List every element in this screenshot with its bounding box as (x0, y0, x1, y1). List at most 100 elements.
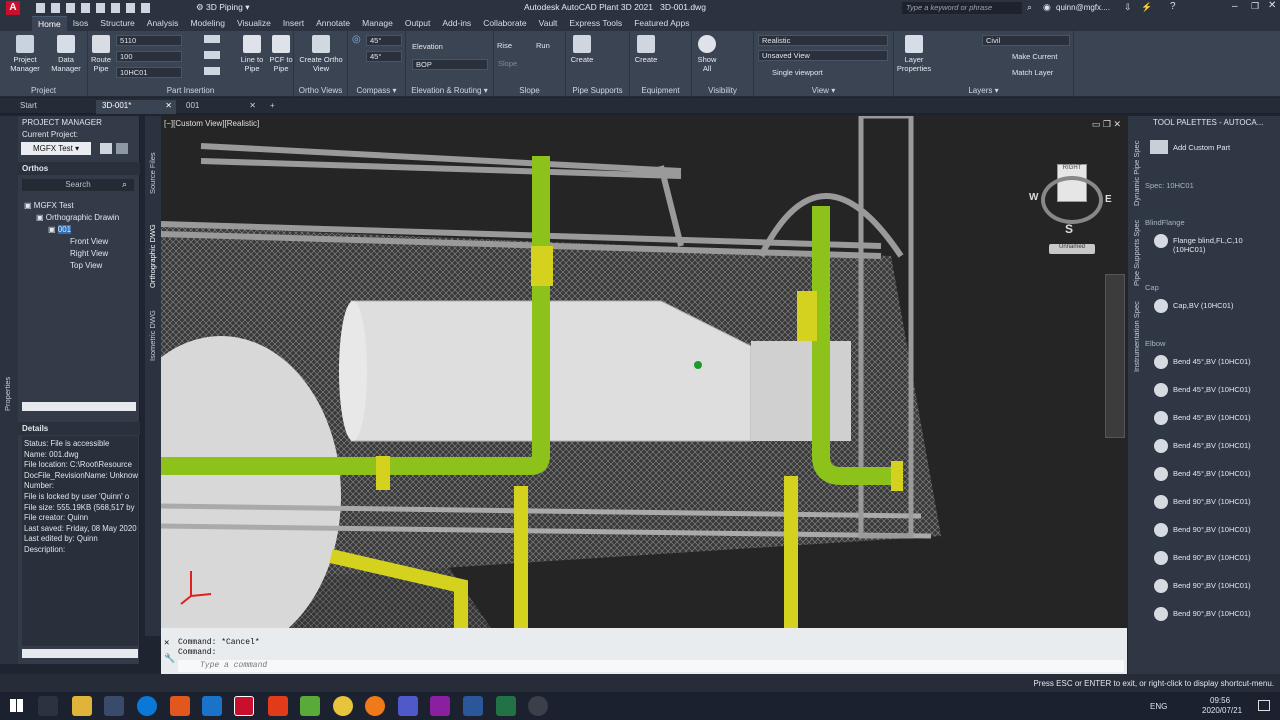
bop-combo[interactable]: BOP (412, 59, 488, 70)
ribbon-tab-featured-apps[interactable]: Featured Apps (628, 16, 695, 31)
tab-dynamic-pipe-spec[interactable]: Dynamic Pipe Spec (1132, 141, 1141, 206)
search-field[interactable]: Search (22, 179, 134, 191)
tab-3d-001[interactable]: 3D-001* ✕ (96, 100, 176, 114)
add-custom-part[interactable]: Add Custom Part (1173, 143, 1230, 152)
data-manager-button[interactable]: Data Manager (48, 35, 84, 73)
settings-icon[interactable] (116, 143, 128, 154)
part-tools-icon[interactable] (204, 35, 220, 81)
redo-icon[interactable] (141, 3, 150, 13)
panel-title-compass[interactable]: Compass ▾ (348, 86, 405, 95)
navigation-bar[interactable] (1105, 274, 1125, 438)
palette-item[interactable]: Bend 90°,BV (10HC01) (1173, 553, 1273, 562)
print-icon[interactable] (111, 3, 120, 13)
details-header[interactable]: Details (18, 422, 140, 435)
teams-icon[interactable] (398, 696, 418, 716)
make-current-button[interactable]: Make Current (1012, 52, 1057, 61)
firefox-icon[interactable] (365, 696, 385, 716)
pcf-to-pipe-button[interactable]: PCF to Pipe (268, 35, 294, 73)
ribbon-tab-analysis[interactable]: Analysis (141, 16, 185, 31)
close-icon[interactable]: ✕ (1268, 0, 1276, 11)
search-icon[interactable]: ⌕ (1027, 2, 1032, 13)
tree-item-top-view[interactable]: Top View (24, 260, 138, 272)
palette-item[interactable]: Bend 90°,BV (10HC01) (1173, 497, 1273, 506)
explorer-icon[interactable] (72, 696, 92, 716)
app-green-icon[interactable] (300, 696, 320, 716)
minimize-icon[interactable]: – (1232, 1, 1238, 12)
layer-combo[interactable]: Civil (982, 35, 1070, 46)
project-manager-button[interactable]: Project Manager (8, 35, 42, 73)
tree-item-front-view[interactable]: Front View (24, 236, 138, 248)
ribbon-tab-modeling[interactable]: Modeling (184, 16, 231, 31)
palette-item[interactable]: Bend 45°,BV (10HC01) (1173, 413, 1273, 422)
isometric-dwg-tab[interactable]: Isometric DWG (148, 310, 157, 361)
tab-pipe-supports-spec[interactable]: Pipe Supports Spec (1132, 220, 1141, 286)
tree-item-project[interactable]: ▣ MGFX Test (24, 200, 138, 212)
workspace-selector[interactable]: ⚙ 3D Piping ▾ (196, 1, 314, 14)
ribbon-tab-vault[interactable]: Vault (533, 16, 564, 31)
tree-scrollbar[interactable] (22, 402, 136, 411)
ribbon-tab-manage[interactable]: Manage (356, 16, 399, 31)
palette-item[interactable]: Bend 45°,BV (10HC01) (1173, 385, 1273, 394)
palette-item[interactable]: Bend 45°,BV (10HC01) (1173, 357, 1273, 366)
viewport-config[interactable]: Single viewport (772, 68, 823, 77)
size-combo[interactable]: 5110 (116, 35, 182, 46)
chrome-icon[interactable] (333, 696, 353, 716)
create-equipment-button[interactable]: Create (632, 35, 660, 64)
viewport-label[interactable]: [−][Custom View][Realistic] (164, 119, 259, 128)
ribbon-tab-collaborate[interactable]: Collaborate (477, 16, 532, 31)
outlook-icon[interactable] (202, 696, 222, 716)
ribbon-tab-home[interactable]: Home (32, 15, 67, 32)
tab-close-icon[interactable]: ✕ (249, 100, 256, 112)
ribbon-tab-express-tools[interactable]: Express Tools (563, 16, 628, 31)
command-close-icon[interactable]: ✕ (164, 638, 169, 648)
notification-icon[interactable] (1258, 700, 1270, 711)
run-label[interactable]: Run (536, 41, 550, 50)
palette-item[interactable]: Bend 45°,BV (10HC01) (1173, 441, 1273, 450)
new-icon[interactable] (36, 3, 45, 13)
compass-angle1-combo[interactable]: 45° (366, 35, 402, 46)
clock-time[interactable]: 09:56 (1210, 696, 1230, 705)
skype-icon[interactable] (137, 696, 157, 716)
viewport-controls[interactable]: ▭ ❐ ✕ (1092, 119, 1121, 130)
layer-properties-button[interactable]: Layer Properties (896, 35, 932, 73)
cart-icon[interactable]: ⇩ (1124, 2, 1132, 13)
maximize-icon[interactable]: ❐ (1251, 1, 1259, 12)
orthos-section-header[interactable]: Orthos (18, 162, 140, 175)
size2-combo[interactable]: 100 (116, 51, 182, 62)
cloud-icon[interactable] (96, 3, 105, 13)
save-icon[interactable] (66, 3, 75, 13)
exchange-icon[interactable]: ⚡ (1141, 2, 1152, 13)
word-icon[interactable] (463, 696, 483, 716)
excel-icon[interactable] (496, 696, 516, 716)
properties-tab[interactable]: Properties (3, 377, 12, 411)
palette-item[interactable]: Flange blind,FL,C,10 (10HC01) (1173, 236, 1273, 254)
tab-close-icon[interactable]: ✕ (165, 100, 172, 112)
ribbon-tab-annotate[interactable]: Annotate (310, 16, 356, 31)
panel-title-view[interactable]: View ▾ (754, 86, 893, 95)
compass-angle2-combo[interactable]: 45° (366, 51, 402, 62)
office-icon[interactable] (268, 696, 288, 716)
create-ortho-view-button[interactable]: Create Ortho View (298, 35, 344, 73)
command-input[interactable]: Type a command (178, 660, 1124, 672)
match-layer-button[interactable]: Match Layer (1012, 68, 1053, 77)
ribbon-tab-structure[interactable]: Structure (94, 16, 141, 31)
slope-field[interactable]: Slope (498, 59, 517, 68)
tree-item-ortho-drawings[interactable]: ▣ Orthographic Drawin (24, 212, 138, 224)
compass-ring[interactable] (1041, 176, 1103, 224)
app-orange-icon[interactable] (170, 696, 190, 716)
language-indicator[interactable]: ENG (1150, 702, 1167, 711)
autocad-task-icon[interactable] (234, 696, 254, 716)
tree-item-001[interactable]: ▣ 001 (24, 224, 138, 236)
create-support-button[interactable]: Create (568, 35, 596, 64)
visual-style-combo[interactable]: Realistic (758, 35, 888, 46)
app-circle-icon[interactable] (528, 696, 548, 716)
palette-item[interactable]: Bend 90°,BV (10HC01) (1173, 609, 1273, 618)
new-tab-button[interactable]: + (264, 100, 281, 114)
autocad-logo[interactable]: A (6, 1, 20, 15)
palette-item[interactable]: Bend 90°,BV (10HC01) (1173, 581, 1273, 590)
tree-item-right-view[interactable]: Right View (24, 248, 138, 260)
ribbon-tab-insert[interactable]: Insert (277, 16, 310, 31)
panel-title-elevation[interactable]: Elevation & Routing ▾ (406, 86, 493, 95)
task-view-icon[interactable] (38, 696, 58, 716)
app-purple-icon[interactable] (430, 696, 450, 716)
